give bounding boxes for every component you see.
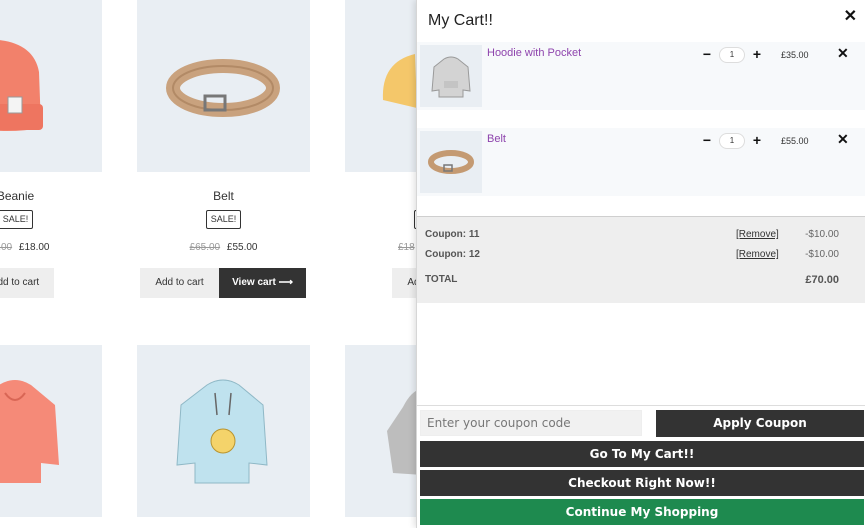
cart-item-price: £35.00 (781, 50, 809, 60)
total-value: £70.00 (805, 274, 839, 286)
cart-summary: Coupon: 11 [Remove] -$10.00 Coupon: 12 [… (417, 216, 865, 303)
cart-item-image[interactable] (420, 45, 482, 107)
checkout-button[interactable]: Checkout Right Now!! (420, 470, 864, 496)
remove-item-icon[interactable]: ✕ (837, 45, 849, 62)
product-name[interactable]: Beanie (0, 189, 102, 203)
old-price: £20.00 (0, 242, 13, 253)
sale-price: £18.00 (18, 242, 50, 253)
coupon-amount: -$10.00 (805, 249, 839, 260)
product-image-belt[interactable] (137, 0, 310, 172)
plus-icon[interactable]: + (750, 132, 764, 150)
cart-drawer: My Cart!! ✕ Hoodie with Pocket − 1 + £35… (416, 0, 865, 528)
old-price: £65.00 (189, 242, 221, 253)
apply-coupon-button[interactable]: Apply Coupon (656, 410, 864, 437)
minus-icon[interactable]: − (700, 132, 714, 150)
coupon-input[interactable] (420, 410, 642, 436)
old-price: £18 (398, 242, 415, 253)
sale-badge: SALE! (0, 210, 33, 229)
view-cart-button[interactable]: View cart ⟶ (219, 268, 306, 298)
add-to-cart-button[interactable]: Add to cart (0, 268, 54, 298)
cart-item-name[interactable]: Hoodie with Pocket (487, 47, 581, 59)
arrow-right-icon: ⟶ (278, 277, 293, 288)
cart-item-name[interactable]: Belt (487, 133, 506, 145)
quantity-stepper: − 1 + (700, 132, 764, 150)
product-image-beanie[interactable] (0, 0, 102, 172)
continue-shopping-button[interactable]: Continue My Shopping (420, 499, 864, 525)
coupon-amount: -$10.00 (805, 229, 839, 240)
product-price: £20.00 £18.00 (0, 242, 102, 253)
product-name[interactable]: Belt (137, 189, 310, 203)
cart-item-belt: Belt − 1 + £55.00 ✕ (417, 128, 865, 196)
divider (417, 405, 865, 406)
plus-icon[interactable]: + (750, 46, 764, 64)
product-image-hoodie[interactable] (137, 345, 310, 517)
view-cart-label: View cart (232, 277, 276, 288)
cart-item-image[interactable] (420, 131, 482, 193)
product-image-hoodie[interactable] (0, 345, 102, 517)
minus-icon[interactable]: − (700, 46, 714, 64)
quantity-value[interactable]: 1 (719, 133, 745, 149)
sale-price: £55.00 (226, 242, 258, 253)
coupon-label: Coupon: 12 (425, 249, 480, 260)
cart-item-hoodie: Hoodie with Pocket − 1 + £35.00 ✕ (417, 42, 865, 110)
quantity-value[interactable]: 1 (719, 47, 745, 63)
cart-title: My Cart!! (428, 12, 493, 29)
coupon-label: Coupon: 11 (425, 229, 480, 240)
quantity-stepper: − 1 + (700, 46, 764, 64)
sale-badge: SALE! (206, 210, 241, 229)
cart-item-price: £55.00 (781, 136, 809, 146)
add-to-cart-button[interactable]: Add to cart (140, 268, 219, 298)
total-label: TOTAL (425, 274, 458, 285)
close-icon[interactable]: ✕ (844, 6, 857, 26)
go-to-cart-button[interactable]: Go To My Cart!! (420, 441, 864, 467)
remove-coupon-link[interactable]: [Remove] (736, 249, 779, 260)
remove-item-icon[interactable]: ✕ (837, 131, 849, 148)
product-price: £65.00 £55.00 (137, 242, 310, 253)
remove-coupon-link[interactable]: [Remove] (736, 229, 779, 240)
